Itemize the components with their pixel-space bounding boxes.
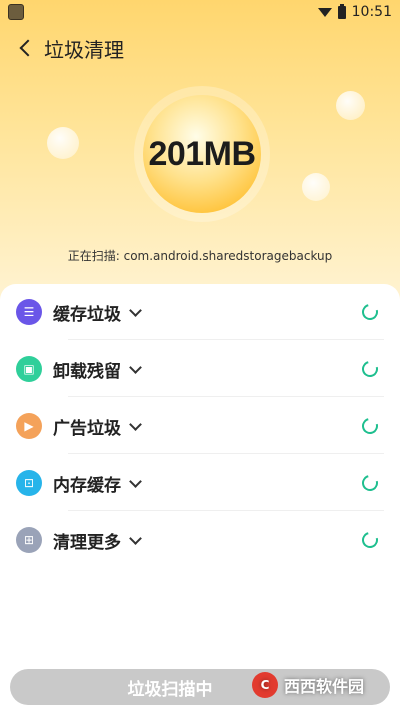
- scan-status-text: 正在扫描: com.android.sharedstoragebackup: [67, 249, 333, 263]
- battery-icon: [337, 3, 346, 19]
- grid-icon: ⊞: [16, 527, 42, 553]
- category-row-uninstall[interactable]: ▣ 卸载残留: [16, 341, 384, 397]
- notification-app-icon: [8, 4, 24, 20]
- status-time: 10:51: [351, 4, 392, 20]
- chevron-down-icon[interactable]: [129, 360, 142, 374]
- category-label: 清理更多: [53, 532, 121, 553]
- video-icon: ▶: [16, 413, 42, 439]
- watermark-logo-icon: C: [251, 672, 278, 698]
- row-divider: [68, 453, 384, 454]
- watermark-text: 西西软件园: [283, 677, 364, 696]
- loading-spinner-icon: [359, 301, 381, 323]
- category-label: 卸载残留: [53, 361, 121, 382]
- row-divider: [68, 510, 384, 511]
- wifi-icon: [317, 7, 332, 17]
- category-label: 缓存垃圾: [53, 304, 121, 325]
- decor-bubble-right-top: [336, 91, 365, 120]
- watermark: C 西西软件园: [238, 666, 378, 704]
- loading-spinner-icon: [359, 472, 381, 494]
- status-bar: 10:51: [0, 0, 400, 24]
- back-arrow-icon[interactable]: [12, 34, 40, 62]
- scanning-button-label: 垃圾扫描中: [127, 679, 213, 700]
- decor-bubble-left: [47, 127, 79, 159]
- row-divider: [68, 339, 384, 340]
- chevron-down-icon[interactable]: [129, 417, 142, 431]
- android-icon: ▣: [16, 356, 42, 382]
- list-icon: ☰: [16, 299, 42, 325]
- junk-category-list: ☰ 缓存垃圾 ▣ 卸载残留 ▶ 广告垃圾 ⊡ 内存缓存 ⊞ 清理更多: [0, 284, 400, 684]
- chip-icon: ⊡: [16, 470, 42, 496]
- category-row-cache[interactable]: ☰ 缓存垃圾: [16, 284, 384, 340]
- category-label: 内存缓存: [53, 475, 121, 496]
- category-row-more[interactable]: ⊞ 清理更多: [16, 512, 384, 568]
- decor-bubble-right-bottom: [302, 173, 330, 201]
- loading-spinner-icon: [359, 415, 381, 437]
- loading-spinner-icon: [359, 529, 381, 551]
- scan-bubble: 201MB: [143, 95, 261, 213]
- category-label: 广告垃圾: [53, 418, 121, 439]
- chevron-down-icon[interactable]: [129, 303, 142, 317]
- junk-size: 201MB: [148, 134, 256, 173]
- app-header: 垃圾清理: [0, 28, 400, 68]
- category-row-memory[interactable]: ⊡ 内存缓存: [16, 455, 384, 511]
- loading-spinner-icon: [359, 358, 381, 380]
- row-divider: [68, 396, 384, 397]
- chevron-down-icon[interactable]: [129, 474, 142, 488]
- chevron-down-icon[interactable]: [129, 531, 142, 545]
- category-row-ad[interactable]: ▶ 广告垃圾: [16, 398, 384, 454]
- page-title: 垃圾清理: [44, 37, 124, 62]
- scan-bubble-outer: 201MB: [140, 92, 264, 216]
